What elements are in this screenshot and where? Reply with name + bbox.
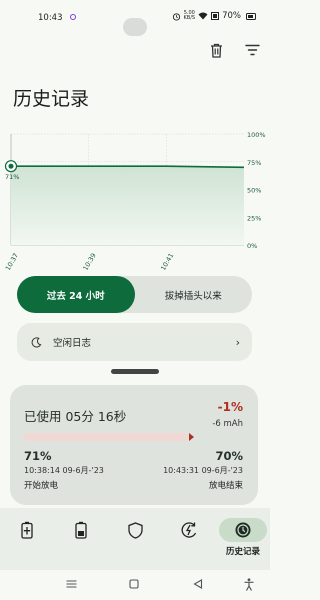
chart-y-ticks: 100% 75% 50% 25% 0% (247, 131, 266, 250)
shield-icon (111, 518, 159, 542)
nav-protection[interactable] (115, 518, 155, 558)
nav-battery[interactable] (61, 518, 101, 558)
end-label: 放电结束 (208, 481, 243, 491)
top-actions (208, 42, 260, 58)
idle-log-button[interactable]: 空闲日志 › (17, 323, 252, 361)
net-speed: 5.00 KB/S (184, 11, 196, 21)
y-tick-label: 0% (247, 242, 257, 250)
mah-change: -6 mAh (212, 419, 243, 429)
bottom-nav: 历史记录 (0, 508, 270, 570)
page-title: 历史记录 (13, 88, 90, 110)
start-value-label: 71% (5, 173, 19, 181)
menu-icon[interactable] (64, 577, 78, 591)
y-tick-label: 25% (247, 214, 261, 222)
start-percent: 71% (24, 449, 52, 463)
accessibility-icon[interactable] (242, 577, 256, 591)
discharge-progress-bar (24, 433, 194, 441)
status-icons: 5.00 KB/S 70% (172, 11, 256, 21)
start-time: 10:38:14 09-6月-'23 (24, 466, 104, 475)
system-nav (0, 570, 270, 600)
series-area (11, 166, 244, 245)
x-tick-label: 10:37 (4, 252, 20, 270)
discharge-marker (189, 433, 194, 441)
option-since-unplugged[interactable]: 拔掉插头以来 (135, 276, 253, 313)
battery-saver-icon (165, 518, 213, 542)
x-tick-label: 10:39 (81, 252, 97, 270)
idle-log-label: 空闲日志 (53, 338, 92, 349)
y-tick-label: 100% (247, 131, 266, 139)
notification-dot-icon (70, 14, 76, 20)
nav-history[interactable]: 历史记录 (219, 518, 267, 558)
nav-saver[interactable] (169, 518, 209, 558)
y-tick-label: 75% (247, 159, 261, 167)
used-duration: 已使用 05分 16秒 (24, 409, 127, 424)
option-last-24-hours[interactable]: 过去 24 小时 (17, 276, 135, 313)
percent-change: -1% (217, 400, 243, 414)
battery-percent: 70% (222, 11, 241, 21)
back-icon[interactable] (191, 577, 205, 591)
front-camera (123, 18, 147, 36)
end-time: 10:43:31 09-6月-'23 (163, 466, 243, 475)
sim-icon (211, 12, 220, 20)
moon-icon (29, 335, 43, 349)
start-point (8, 163, 14, 169)
nav-charging[interactable] (7, 518, 47, 558)
start-label: 开始放电 (24, 481, 59, 491)
battery-charging-icon (3, 518, 51, 542)
alarm-icon (172, 12, 180, 21)
chart-x-ticks: 10:37 10:39 10:41 (4, 252, 176, 270)
battery-status-icon (246, 12, 256, 20)
nav-history-label: 历史记录 (225, 547, 260, 557)
end-percent: 70% (215, 449, 243, 463)
battery-history-chart: 71% 100% 75% 50% 25% 0% 10:37 10:39 10:41 (4, 131, 266, 270)
trash-icon[interactable] (208, 42, 224, 58)
filter-icon[interactable] (244, 42, 260, 58)
discharge-summary-card: 已使用 05分 16秒 -1% -6 mAh 71% 70% 10:38:14 … (10, 385, 258, 505)
wifi-icon (198, 12, 208, 20)
home-icon[interactable] (127, 577, 141, 591)
y-tick-label: 50% (247, 187, 261, 195)
status-time: 10:43 (38, 13, 63, 23)
x-tick-label: 10:41 (159, 252, 175, 270)
chart-area: 71% (4, 160, 245, 245)
chevron-right-icon: › (235, 335, 240, 349)
history-icon (219, 518, 267, 542)
range-toggle: 过去 24 小时 拔掉插头以来 (17, 276, 252, 313)
battery-icon (57, 518, 105, 542)
sheet-drag-handle[interactable] (111, 369, 159, 374)
net-speed-unit: KB/S (183, 15, 196, 21)
status-bar: 10:43 5.00 KB/S 70% (0, 0, 270, 36)
